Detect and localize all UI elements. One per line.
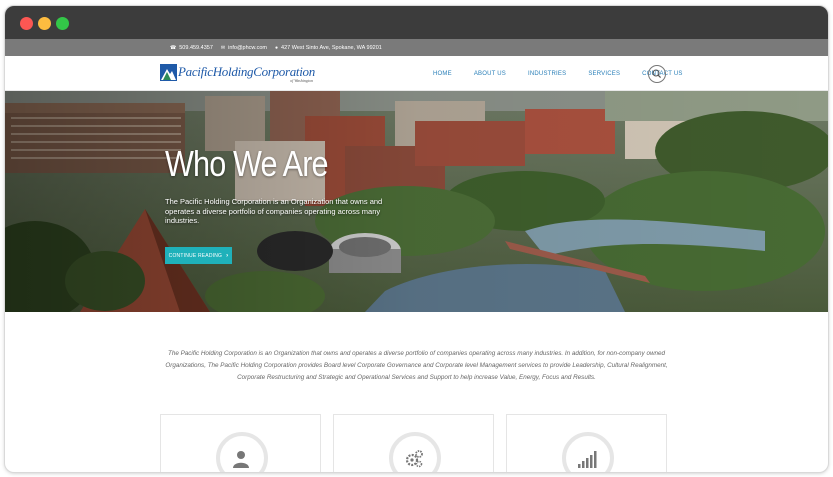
chevron-right-icon: › [226, 252, 229, 259]
feature-card-1[interactable] [160, 414, 321, 472]
site-header: PacificHoldingCorporation of Washington … [5, 56, 828, 91]
hero-banner: Who We Are The Pacific Holding Corporati… [5, 91, 828, 312]
logo-mountain-icon [160, 64, 177, 81]
gears-icon [405, 450, 423, 468]
phone-text: 509.459.4357 [179, 44, 213, 51]
minimize-window-button[interactable] [38, 17, 51, 30]
continue-reading-button[interactable]: CONTINUE READING › [165, 247, 232, 264]
search-icon [652, 69, 662, 79]
feature-card-3[interactable] [506, 414, 667, 472]
close-window-button[interactable] [20, 17, 33, 30]
address-text: 427 West Sinto Ave, Spokane, WA 99201 [281, 44, 382, 51]
map-pin-icon: ● [275, 44, 279, 51]
hero-description: The Pacific Holding Corporation is an Or… [165, 197, 383, 225]
email-info[interactable]: ✉ info@phcw.com [221, 45, 267, 51]
logo-subtitle: of Washington [290, 78, 313, 83]
phone-info[interactable]: ☎ 509.459.4357 [170, 45, 213, 51]
nav-about-us[interactable]: ABOUT US [474, 71, 506, 77]
bar-chart-icon [578, 451, 597, 468]
hero-city-image [5, 91, 828, 312]
intro-paragraph: The Pacific Holding Corporation is an Or… [165, 350, 668, 381]
address-info: ● 427 West Sinto Ave, Spokane, WA 99201 [275, 45, 382, 51]
feature-card-2[interactable] [333, 414, 494, 472]
continue-reading-label: CONTINUE READING [168, 252, 223, 259]
envelope-icon: ✉ [220, 44, 226, 51]
nav-industries[interactable]: INDUSTRIES [528, 71, 566, 77]
window-titlebar [5, 6, 828, 39]
nav-home[interactable]: HOME [433, 71, 452, 77]
phone-icon: ☎ [170, 44, 177, 51]
contact-info-bar: ☎ 509.459.4357 ✉ info@phcw.com ● 427 Wes… [5, 39, 828, 56]
maximize-window-button[interactable] [56, 17, 69, 30]
browser-window: ☎ 509.459.4357 ✉ info@phcw.com ● 427 Wes… [5, 6, 828, 472]
hero-title: Who We Are [165, 143, 329, 184]
user-icon [233, 451, 249, 468]
search-button[interactable] [648, 65, 666, 83]
site-logo[interactable]: PacificHoldingCorporation of Washington [160, 64, 315, 86]
email-text: info@phcw.com [228, 44, 267, 51]
nav-services[interactable]: SERVICES [588, 71, 620, 77]
